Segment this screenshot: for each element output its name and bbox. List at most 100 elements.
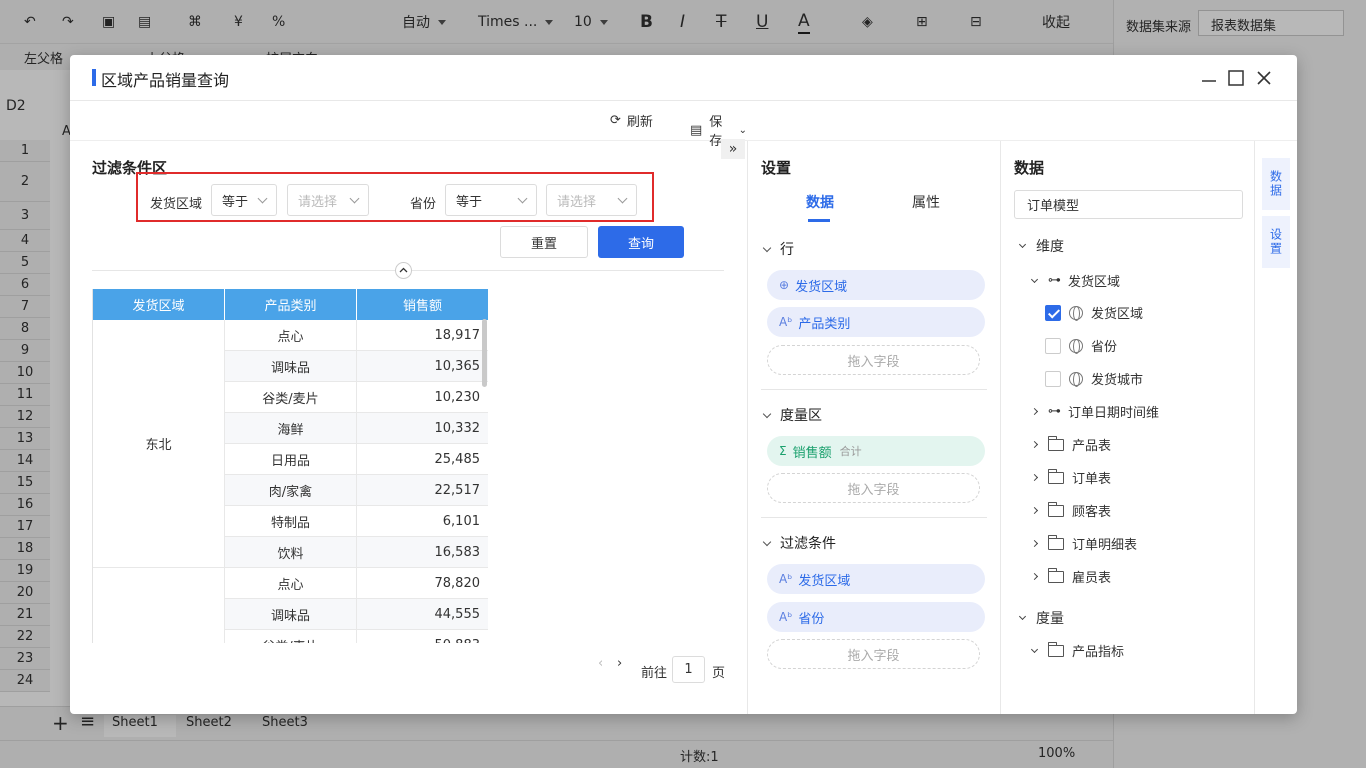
query-button[interactable]: 查询 (598, 226, 684, 258)
goto-label: 前往 (641, 666, 668, 681)
checkbox-unchecked[interactable] (1045, 370, 1061, 387)
tree-node-date[interactable]: ⊶ 订单日期时间维 (1030, 402, 1159, 421)
table-cell-category[interactable]: 点心 (225, 320, 357, 351)
measure-field-chip-sales[interactable]: Σ 销售额 合计 (767, 436, 985, 466)
table-cell-sales[interactable]: 44,555 (357, 599, 488, 630)
filter-province-value[interactable]: 请选择 (546, 184, 637, 216)
row-field-chip-region[interactable]: ⊕ 发货区域 (767, 270, 985, 300)
chevron-down-icon (257, 193, 268, 204)
refresh-button[interactable]: ⟳ 刷新 (610, 111, 653, 130)
filter-drop-zone[interactable]: 拖入字段 (767, 639, 980, 669)
tree-node-employee[interactable]: 雇员表 (1030, 567, 1112, 586)
row-field-chip-category[interactable]: Aᵇ 产品类别 (767, 307, 985, 337)
refresh-label: 刷新 (626, 115, 653, 130)
tab-data[interactable]: 数据 (806, 192, 834, 212)
collapse-panel-icon[interactable]: » (721, 139, 745, 159)
table-scrollbar[interactable] (482, 319, 487, 387)
dialog-toolbar: ⟳ 刷新 ▤ 保存 ⌄ (70, 101, 747, 149)
table-header-region[interactable]: 发货区域 (93, 289, 225, 320)
tree-leaf-province[interactable]: 省份 (1045, 336, 1117, 355)
table-header-category[interactable]: 产品类别 (225, 289, 357, 320)
table-cell-sales[interactable]: 16,583 (357, 537, 488, 568)
filter-field-chip-region[interactable]: Aᵇ 发货区域 (767, 564, 985, 594)
filter-label-region: 发货区域 (150, 197, 203, 212)
filter-region-placeholder: 请选择 (298, 194, 338, 210)
model-select[interactable]: 订单模型 (1014, 190, 1243, 219)
table-cell-region[interactable] (93, 568, 225, 643)
checkbox-unchecked[interactable] (1045, 337, 1061, 354)
table-cell-sales[interactable]: 25,485 (357, 444, 488, 475)
tree-leaf-region[interactable]: 发货区域 (1045, 303, 1143, 322)
table-cell-category[interactable]: 点心 (225, 568, 357, 599)
data-panel-title: 数据 (1014, 159, 1045, 177)
close-icon[interactable] (1255, 69, 1273, 87)
filter-group-toggle[interactable]: 过滤条件 (762, 533, 836, 553)
table-cell-category[interactable]: 肉/家禽 (225, 475, 357, 506)
table-cell-category[interactable]: 海鲜 (225, 413, 357, 444)
table-cell-category[interactable]: 谷类/麦片 (225, 630, 357, 643)
table-header-sales[interactable]: 销售额 (357, 289, 488, 320)
side-tab-data[interactable]: 数据 (1262, 158, 1290, 210)
measure-tree-toggle[interactable]: 度量 (1018, 608, 1064, 628)
table-cell-region[interactable]: 东北 (93, 320, 225, 568)
tree-node-label: 订单表 (1072, 472, 1112, 487)
tree-leaf-city[interactable]: 发货城市 (1045, 369, 1143, 388)
page-input[interactable]: 1 (672, 656, 705, 683)
table-cell-category[interactable]: 日用品 (225, 444, 357, 475)
table-cell-category[interactable]: 调味品 (225, 599, 357, 630)
filter-field-chip-province[interactable]: Aᵇ 省份 (767, 602, 985, 632)
table-cell-sales[interactable]: 22,517 (357, 475, 488, 506)
table-cell-category[interactable]: 谷类/麦片 (225, 382, 357, 413)
chevron-down-icon (762, 409, 772, 418)
filter-region-operator[interactable]: 等于 (211, 184, 277, 216)
tree-node-label: 雇员表 (1072, 571, 1112, 586)
hierarchy-icon: ⊶ (1048, 273, 1061, 288)
tree-node-order-detail[interactable]: 订单明细表 (1030, 534, 1137, 553)
tree-node-product-metrics[interactable]: 产品指标 (1030, 641, 1124, 660)
aggregation-label: 合计 (839, 445, 862, 458)
title-accent-bar (92, 69, 96, 86)
chevron-down-icon: ⌄ (738, 124, 747, 136)
measure-drop-zone[interactable]: 拖入字段 (767, 473, 980, 503)
side-tab-settings[interactable]: 设置 (1262, 216, 1290, 268)
filter-region-value[interactable]: 请选择 (287, 184, 369, 216)
chevron-right-icon (1030, 506, 1039, 515)
table-cell-sales[interactable]: 50,883 (357, 630, 488, 643)
measure-field-label: 销售额 (792, 445, 832, 461)
checkbox-checked[interactable] (1045, 304, 1061, 321)
measure-tree-label: 度量 (1036, 611, 1064, 627)
prev-page-icon[interactable]: ‹ (598, 656, 603, 671)
tab-properties[interactable]: 属性 (912, 192, 940, 212)
tree-node-region-hierarchy[interactable]: ⊶ 发货区域 (1030, 271, 1120, 290)
filter-region-operator-value: 等于 (222, 194, 249, 210)
tree-node-order[interactable]: 订单表 (1030, 468, 1112, 487)
tree-node-customer[interactable]: 顾客表 (1030, 501, 1111, 520)
table-cell-category[interactable]: 特制品 (225, 506, 357, 537)
table-cell-sales[interactable]: 78,820 (357, 568, 488, 599)
chevron-down-icon (1018, 612, 1027, 621)
table-cell-sales[interactable]: 10,332 (357, 413, 488, 444)
rows-group-toggle[interactable]: 行 (762, 239, 794, 259)
minimize-icon[interactable] (1200, 69, 1218, 87)
sum-icon: Σ (779, 444, 787, 458)
folder-icon (1048, 567, 1064, 583)
filter-province-operator[interactable]: 等于 (445, 184, 537, 216)
table-cell-sales[interactable]: 6,101 (357, 506, 488, 537)
tree-leaf-label: 发货区域 (1091, 307, 1144, 322)
chevron-down-icon (1030, 645, 1039, 653)
measure-group-toggle[interactable]: 度量区 (762, 405, 822, 425)
table-cell-category[interactable]: 饮料 (225, 537, 357, 568)
table-cell-category[interactable]: 调味品 (225, 351, 357, 382)
reset-button[interactable]: 重置 (500, 226, 588, 258)
collapse-filter-button[interactable] (395, 262, 412, 279)
table-cell-sales[interactable]: 10,230 (357, 382, 488, 413)
table-cell-sales[interactable]: 10,365 (357, 351, 488, 382)
dimension-group-toggle[interactable]: 维度 (1018, 236, 1064, 256)
refresh-icon: ⟳ (610, 113, 621, 128)
maximize-icon[interactable] (1227, 69, 1245, 87)
globe-icon (1069, 371, 1083, 387)
rows-drop-zone[interactable]: 拖入字段 (767, 345, 980, 375)
table-cell-sales[interactable]: 18,917 (357, 320, 488, 351)
next-page-icon[interactable]: › (617, 656, 622, 671)
tree-node-product[interactable]: 产品表 (1030, 435, 1111, 454)
